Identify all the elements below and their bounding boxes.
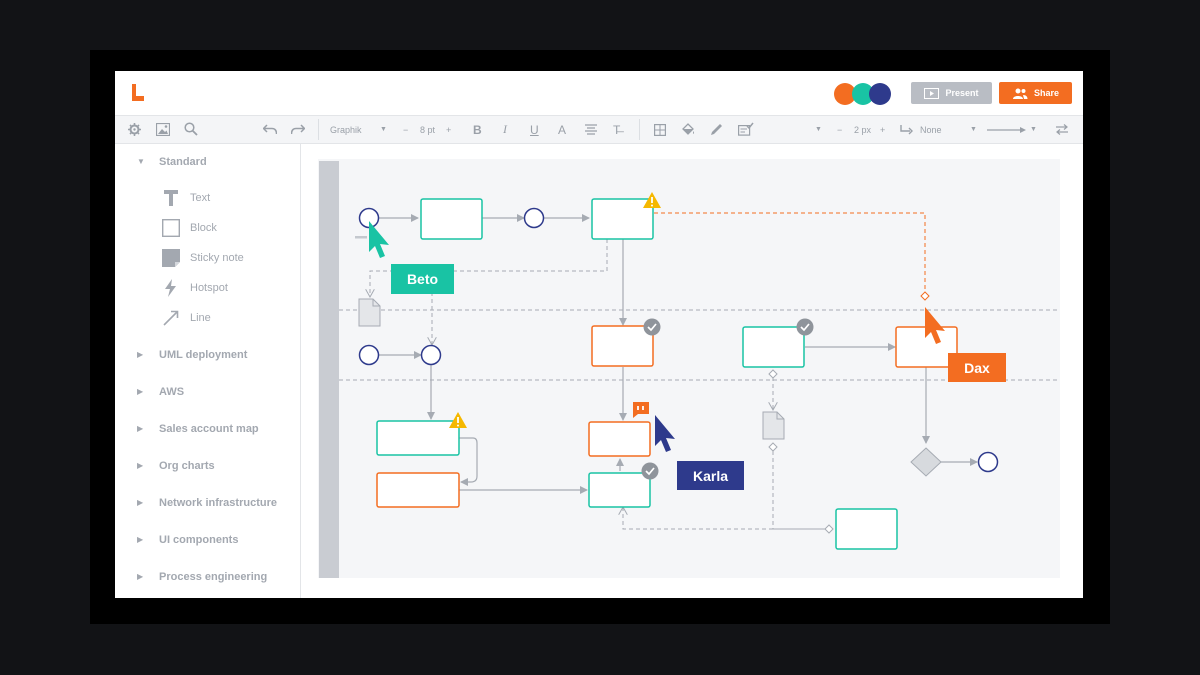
cursor-icon-karla: [655, 415, 675, 452]
document-shape[interactable]: [358, 298, 381, 327]
decision-diamond[interactable]: [910, 447, 942, 477]
dashed-connector-orange[interactable]: [654, 212, 926, 293]
comment-icon[interactable]: [633, 402, 649, 418]
diamond-endpoint: [824, 524, 834, 534]
start-node[interactable]: [358, 344, 380, 366]
diamond-endpoint: [768, 442, 778, 452]
dashed-connector[interactable]: [623, 508, 829, 530]
check-icon[interactable]: [796, 318, 814, 336]
process-block[interactable]: [420, 198, 483, 240]
flowchart-diagram: [339, 192, 1060, 550]
process-block[interactable]: [835, 508, 898, 550]
document-shape[interactable]: [762, 411, 785, 440]
process-block[interactable]: [588, 421, 651, 457]
collaborator-tag-karla: Karla: [677, 461, 744, 490]
diamond-endpoint: [768, 369, 778, 379]
dashed-connector[interactable]: [772, 444, 829, 530]
process-block[interactable]: [376, 420, 460, 456]
selection-handle[interactable]: [355, 236, 367, 239]
process-block[interactable]: [588, 472, 651, 508]
warning-icon[interactable]: [449, 412, 467, 428]
event-node[interactable]: [523, 207, 545, 229]
end-node[interactable]: [977, 451, 999, 473]
process-block[interactable]: [591, 325, 654, 367]
connector[interactable]: [459, 437, 478, 486]
process-block[interactable]: [376, 472, 460, 508]
check-icon[interactable]: [643, 318, 661, 336]
collaborator-tag-dax: Dax: [948, 353, 1006, 382]
process-block[interactable]: [591, 198, 654, 240]
check-icon[interactable]: [641, 462, 659, 480]
cursor-icon-beto: [369, 221, 389, 258]
app-window: Present Share Graphik ▼ − 8 pt + B I U A…: [115, 71, 1083, 598]
event-node[interactable]: [420, 344, 442, 366]
diamond-endpoint: [920, 291, 930, 301]
process-block[interactable]: [742, 326, 805, 368]
collaborator-tag-beto: Beto: [391, 264, 454, 294]
